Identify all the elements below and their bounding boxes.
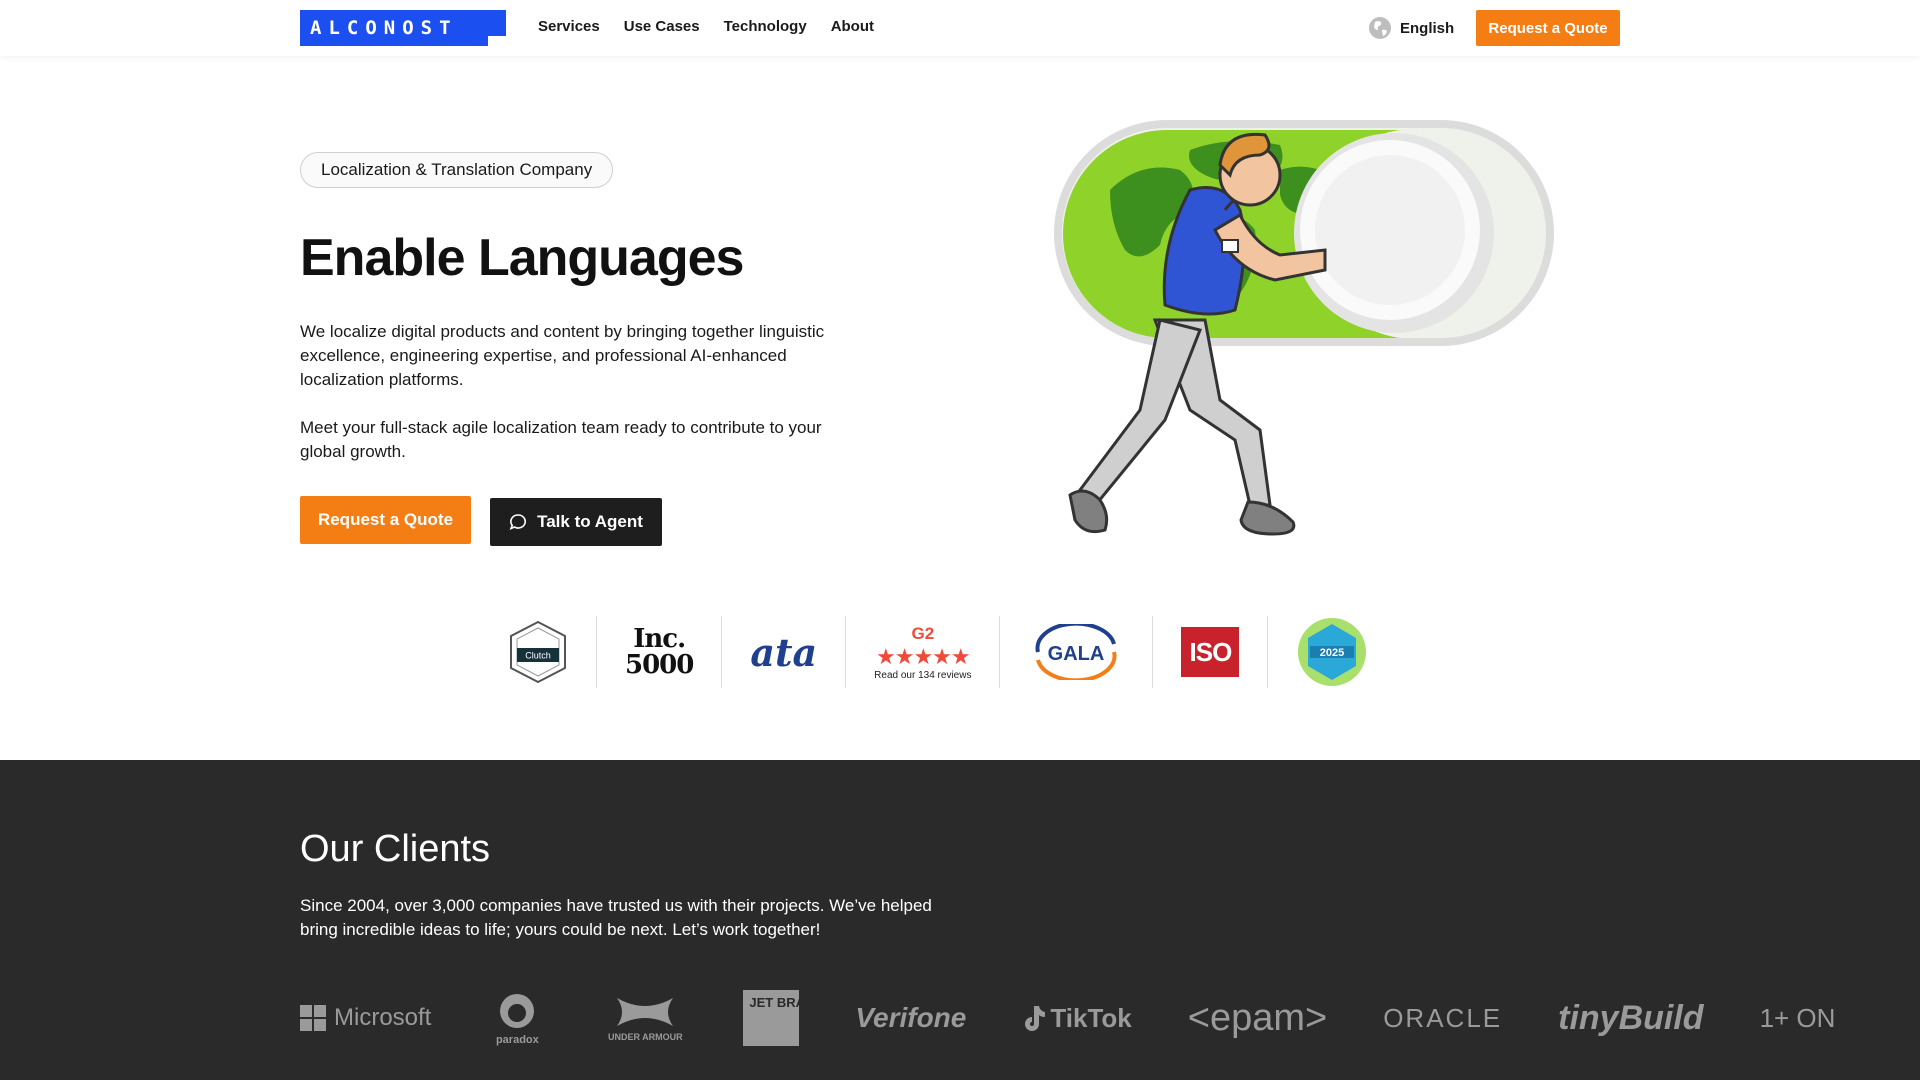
client-tinybuild: tinyBuild (1558, 998, 1704, 1037)
client-epam: <epam> (1187, 996, 1328, 1039)
paradox-label: paradox (495, 1033, 539, 1046)
client-verifone: Verifone (855, 1002, 967, 1033)
main-nav: Services Use Cases Technology About (538, 18, 874, 35)
inc-5000-label: 5000 (625, 650, 694, 680)
award-gala: GALA (1000, 616, 1154, 688)
chat-bubble-icon (509, 514, 527, 530)
language-selector[interactable]: English (1368, 16, 1454, 40)
slator-badge-icon: 2025 (1298, 618, 1367, 686)
award-clutch: Clutch (480, 616, 597, 688)
paradox-lion-icon (500, 993, 535, 1028)
language-label: English (1400, 19, 1455, 37)
logo-text: ALCONOST (310, 17, 458, 39)
inc-label: Inc. (633, 624, 686, 654)
nav-technology[interactable]: Technology (724, 18, 807, 35)
nav-use-cases[interactable]: Use Cases (624, 18, 700, 35)
company-badge-label: Localization & Translation Company (321, 160, 593, 179)
hero-description: We localize digital products and content… (300, 322, 825, 389)
talk-to-agent-button[interactable]: Talk to Agent (490, 498, 662, 546)
inc-5000-logo: Inc. 5000 (625, 624, 694, 680)
client-oracle: ORACLE (1383, 1002, 1503, 1033)
clients-title: Our Clients (300, 828, 491, 870)
awards-row: Clutch Inc. 5000 ata G2 ★★★★★ Read our 1… (480, 616, 1396, 688)
award-inc-5000: Inc. 5000 (597, 616, 723, 688)
nav-about[interactable]: About (831, 18, 874, 35)
microsoft-logo-icon (300, 1005, 326, 1031)
toggle-switch-illustration (1054, 120, 1554, 536)
g2-logo: G2 (911, 623, 935, 643)
under-armour-label: UNDER ARMOUR (608, 1032, 683, 1042)
hero-title: Enable Languages (300, 229, 744, 287)
hero-subdescription: Meet your full-stack agile localization … (300, 418, 822, 461)
client-under-armour: UNDER ARMOUR (603, 994, 687, 1042)
company-badge: Localization & Translation Company (300, 152, 614, 188)
under-armour-icon (617, 998, 674, 1026)
client-paradox: paradox (487, 991, 547, 1046)
alconost-logo[interactable]: ALCONOST (300, 10, 506, 46)
award-slator: 2025 (1268, 616, 1396, 688)
g2-stars-icon: ★★★★★ (876, 643, 971, 669)
globe-icon (1369, 17, 1391, 39)
g2-reviews-link[interactable]: Read our 134 reviews (874, 670, 971, 681)
clients-description: Since 2004, over 3,000 companies have tr… (300, 896, 932, 939)
award-iso: ISO (1153, 616, 1269, 688)
logo-notch (488, 36, 506, 46)
client-oneplus: 1+ ON (1759, 1002, 1836, 1033)
microsoft-label: Microsoft (334, 1004, 432, 1031)
talk-to-agent-label: Talk to Agent (537, 512, 643, 531)
tiktok-label: TikTok (1050, 1002, 1132, 1033)
clutch-badge-icon: Clutch (510, 620, 566, 684)
client-logos-carousel: Microsoft paradox UNDER ARMOUR JET BRAIN… (300, 988, 1920, 1048)
award-ata: ata (722, 616, 847, 688)
ata-logo: ata (750, 629, 818, 675)
client-jetbrains: JET BRAINS (743, 990, 827, 1046)
clutch-label: Clutch (525, 651, 551, 661)
slator-year: 2025 (1320, 647, 1344, 659)
award-g2[interactable]: G2 ★★★★★ Read our 134 reviews (846, 616, 1001, 688)
client-tiktok: TikTok (1022, 1002, 1132, 1034)
gala-logo: GALA (1035, 624, 1117, 680)
tiktok-note-icon (1025, 1006, 1046, 1031)
request-quote-button[interactable]: Request a Quote (300, 496, 471, 544)
nav-services[interactable]: Services (538, 18, 600, 35)
client-microsoft: Microsoft (300, 1004, 431, 1032)
site-header: ALCONOST Services Use Cases Technology A… (0, 0, 1920, 56)
iso-logo: ISO (1181, 627, 1240, 677)
clients-section: Our Clients Since 2004, over 3,000 compa… (0, 760, 1920, 1080)
header-request-quote-button[interactable]: Request a Quote (1476, 10, 1620, 46)
gala-label: GALA (1048, 643, 1105, 665)
